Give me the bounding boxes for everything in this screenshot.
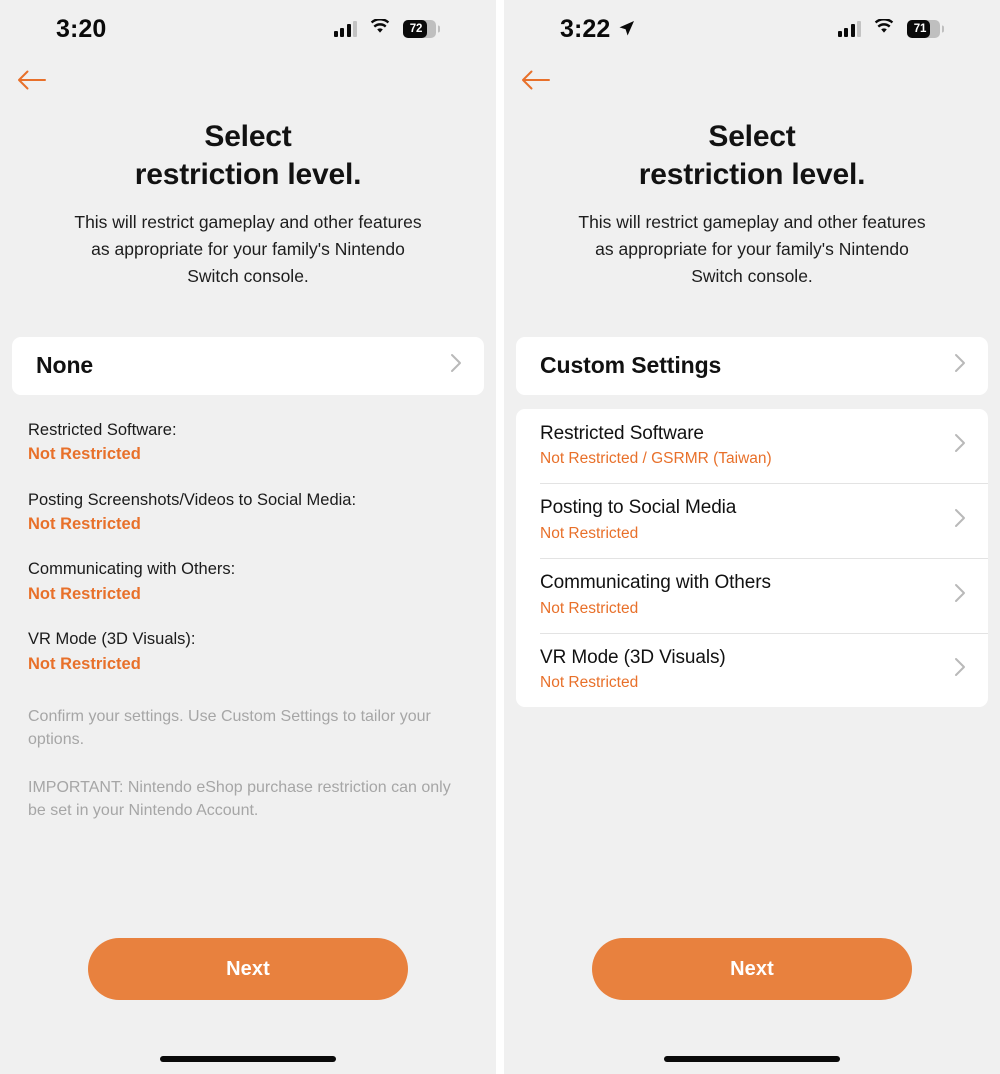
summary-value: Not Restricted	[28, 445, 141, 464]
page-title-line1: Select	[708, 120, 796, 153]
chevron-right-icon	[954, 583, 966, 608]
status-bar: 3:22 71	[504, 0, 1000, 58]
summary-key: Communicating with Others:	[28, 560, 236, 579]
status-time-group: 3:22	[560, 14, 635, 43]
list-item-value: Not Restricted	[540, 599, 639, 617]
list-item[interactable]: Restricted Software Not Restricted / GSR…	[516, 409, 988, 484]
battery-level: 72	[409, 23, 423, 35]
next-button[interactable]: Next	[88, 938, 408, 1000]
back-arrow-icon[interactable]	[10, 62, 54, 98]
note-important: IMPORTANT: Nintendo eShop purchase restr…	[28, 779, 451, 820]
status-time: 3:22	[560, 14, 611, 43]
summary-key: Restricted Software:	[28, 420, 177, 439]
list-item-value: Not Restricted	[540, 524, 639, 542]
summary-key: Posting Screenshots/Videos to Social Med…	[28, 490, 357, 509]
cellular-signal-icon	[333, 21, 357, 37]
chevron-right-icon	[954, 433, 966, 458]
page-subtitle: This will restrict gameplay and other fe…	[578, 211, 926, 287]
list-item[interactable]: VR Mode (3D Visuals) Not Restricted	[516, 632, 988, 708]
chevron-right-icon	[450, 353, 462, 378]
nav-bar	[504, 58, 1000, 102]
footer-notes: Confirm your settings. Use Custom Settin…	[28, 706, 468, 823]
chevron-right-icon	[954, 353, 966, 378]
next-button[interactable]: Next	[592, 938, 912, 1000]
screen-footer: Next	[0, 938, 496, 1074]
location-arrow-icon	[618, 17, 635, 42]
list-item-value: Not Restricted / GSRMR (Taiwan)	[540, 450, 772, 468]
wifi-icon	[370, 18, 390, 39]
list-item-label: Restricted Software	[540, 422, 704, 444]
nav-bar	[0, 58, 496, 102]
restriction-level-card[interactable]: Custom Settings	[516, 336, 988, 395]
panel-divider	[496, 0, 504, 1074]
list-item-label: Communicating with Others	[540, 571, 771, 593]
status-icons: 71	[837, 18, 944, 39]
list-item[interactable]: Posting to Social Media Not Restricted	[516, 483, 988, 558]
battery-icon: 71	[907, 20, 944, 38]
chevron-right-icon	[954, 508, 966, 533]
summary-row: Restricted Software: Not Restricted	[28, 419, 468, 467]
summary-key: VR Mode (3D Visuals):	[28, 630, 196, 649]
screen-footer: Next	[504, 938, 1000, 1074]
summary-value: Not Restricted	[28, 584, 141, 603]
page-title-line2: restriction level.	[134, 158, 362, 192]
home-indicator	[664, 1056, 840, 1062]
status-time-group: 3:20	[56, 14, 107, 43]
status-time: 3:20	[56, 14, 107, 43]
battery-level: 71	[913, 23, 927, 35]
phone-screen-none: 3:20 72 Select restriction level. This w…	[0, 0, 496, 1074]
phone-screen-custom: 3:22 71 Select restriction level. This w…	[504, 0, 1000, 1074]
cellular-signal-icon	[837, 21, 861, 37]
list-item[interactable]: Communicating with Others Not Restricted	[516, 557, 988, 633]
chevron-right-icon	[954, 657, 966, 682]
page-title: Select restriction level.	[504, 118, 1000, 195]
screenshot-stage: 3:20 72 Select restriction level. This w…	[0, 0, 1000, 1074]
custom-settings-list: Restricted Software Not Restricted / GSR…	[516, 408, 988, 708]
page-title-line2: restriction level.	[638, 158, 866, 192]
status-icons: 72	[333, 18, 440, 39]
restriction-level-label: None	[36, 352, 94, 379]
battery-icon: 72	[403, 20, 440, 38]
page-title: Select restriction level.	[0, 118, 496, 195]
summary-row: VR Mode (3D Visuals): Not Restricted	[28, 628, 468, 676]
restriction-summary-list: Restricted Software: Not Restricted Post…	[28, 419, 468, 676]
summary-row: Communicating with Others: Not Restricte…	[28, 558, 468, 606]
page-title-line1: Select	[204, 120, 292, 153]
home-indicator	[160, 1056, 336, 1062]
back-arrow-icon[interactable]	[514, 62, 558, 98]
list-item-value: Not Restricted	[540, 674, 639, 692]
restriction-level-card[interactable]: None	[12, 336, 484, 395]
page-subtitle: This will restrict gameplay and other fe…	[74, 211, 422, 287]
list-item-label: VR Mode (3D Visuals)	[540, 646, 726, 668]
restriction-level-label: Custom Settings	[540, 352, 722, 379]
list-item-label: Posting to Social Media	[540, 497, 737, 519]
wifi-icon	[874, 18, 894, 39]
summary-value: Not Restricted	[28, 514, 141, 533]
summary-value: Not Restricted	[28, 654, 141, 673]
note-confirm: Confirm your settings. Use Custom Settin…	[28, 708, 431, 748]
status-bar: 3:20 72	[0, 0, 496, 58]
summary-row: Posting Screenshots/Videos to Social Med…	[28, 489, 468, 537]
